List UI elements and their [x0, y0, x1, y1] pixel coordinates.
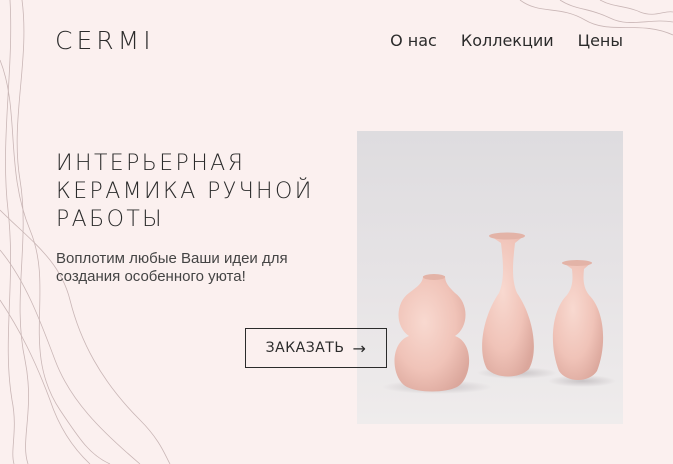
order-button-label: ЗАКАЗАТЬ — [265, 340, 345, 356]
hero-vases-photo — [357, 131, 623, 424]
brand-logo[interactable]: CERMI — [55, 26, 155, 55]
tall-vase — [482, 235, 534, 377]
gourd-vase — [394, 276, 470, 392]
hero-subtitle: Воплотим любые Ваши идеи для создания ос… — [56, 250, 288, 285]
hero-title-line-3: работы — [56, 207, 164, 232]
hero-title-line-2: керамика ручной — [56, 179, 314, 204]
order-button[interactable]: ЗАКАЗАТЬ → — [245, 328, 387, 368]
hero-title-line-1: Интерьерная — [56, 151, 246, 176]
vases-illustration — [382, 232, 616, 394]
arrow-right-icon: → — [352, 338, 367, 358]
right-vase — [552, 262, 604, 380]
nav-link-prices[interactable]: Цены — [578, 31, 623, 50]
nav-link-collections[interactable]: Коллекции — [461, 31, 554, 50]
main-nav: О нас Коллекции Цены — [390, 31, 623, 50]
nav-link-about[interactable]: О нас — [390, 31, 437, 50]
hero-title: Интерьерная керамика ручной работы — [56, 150, 314, 234]
